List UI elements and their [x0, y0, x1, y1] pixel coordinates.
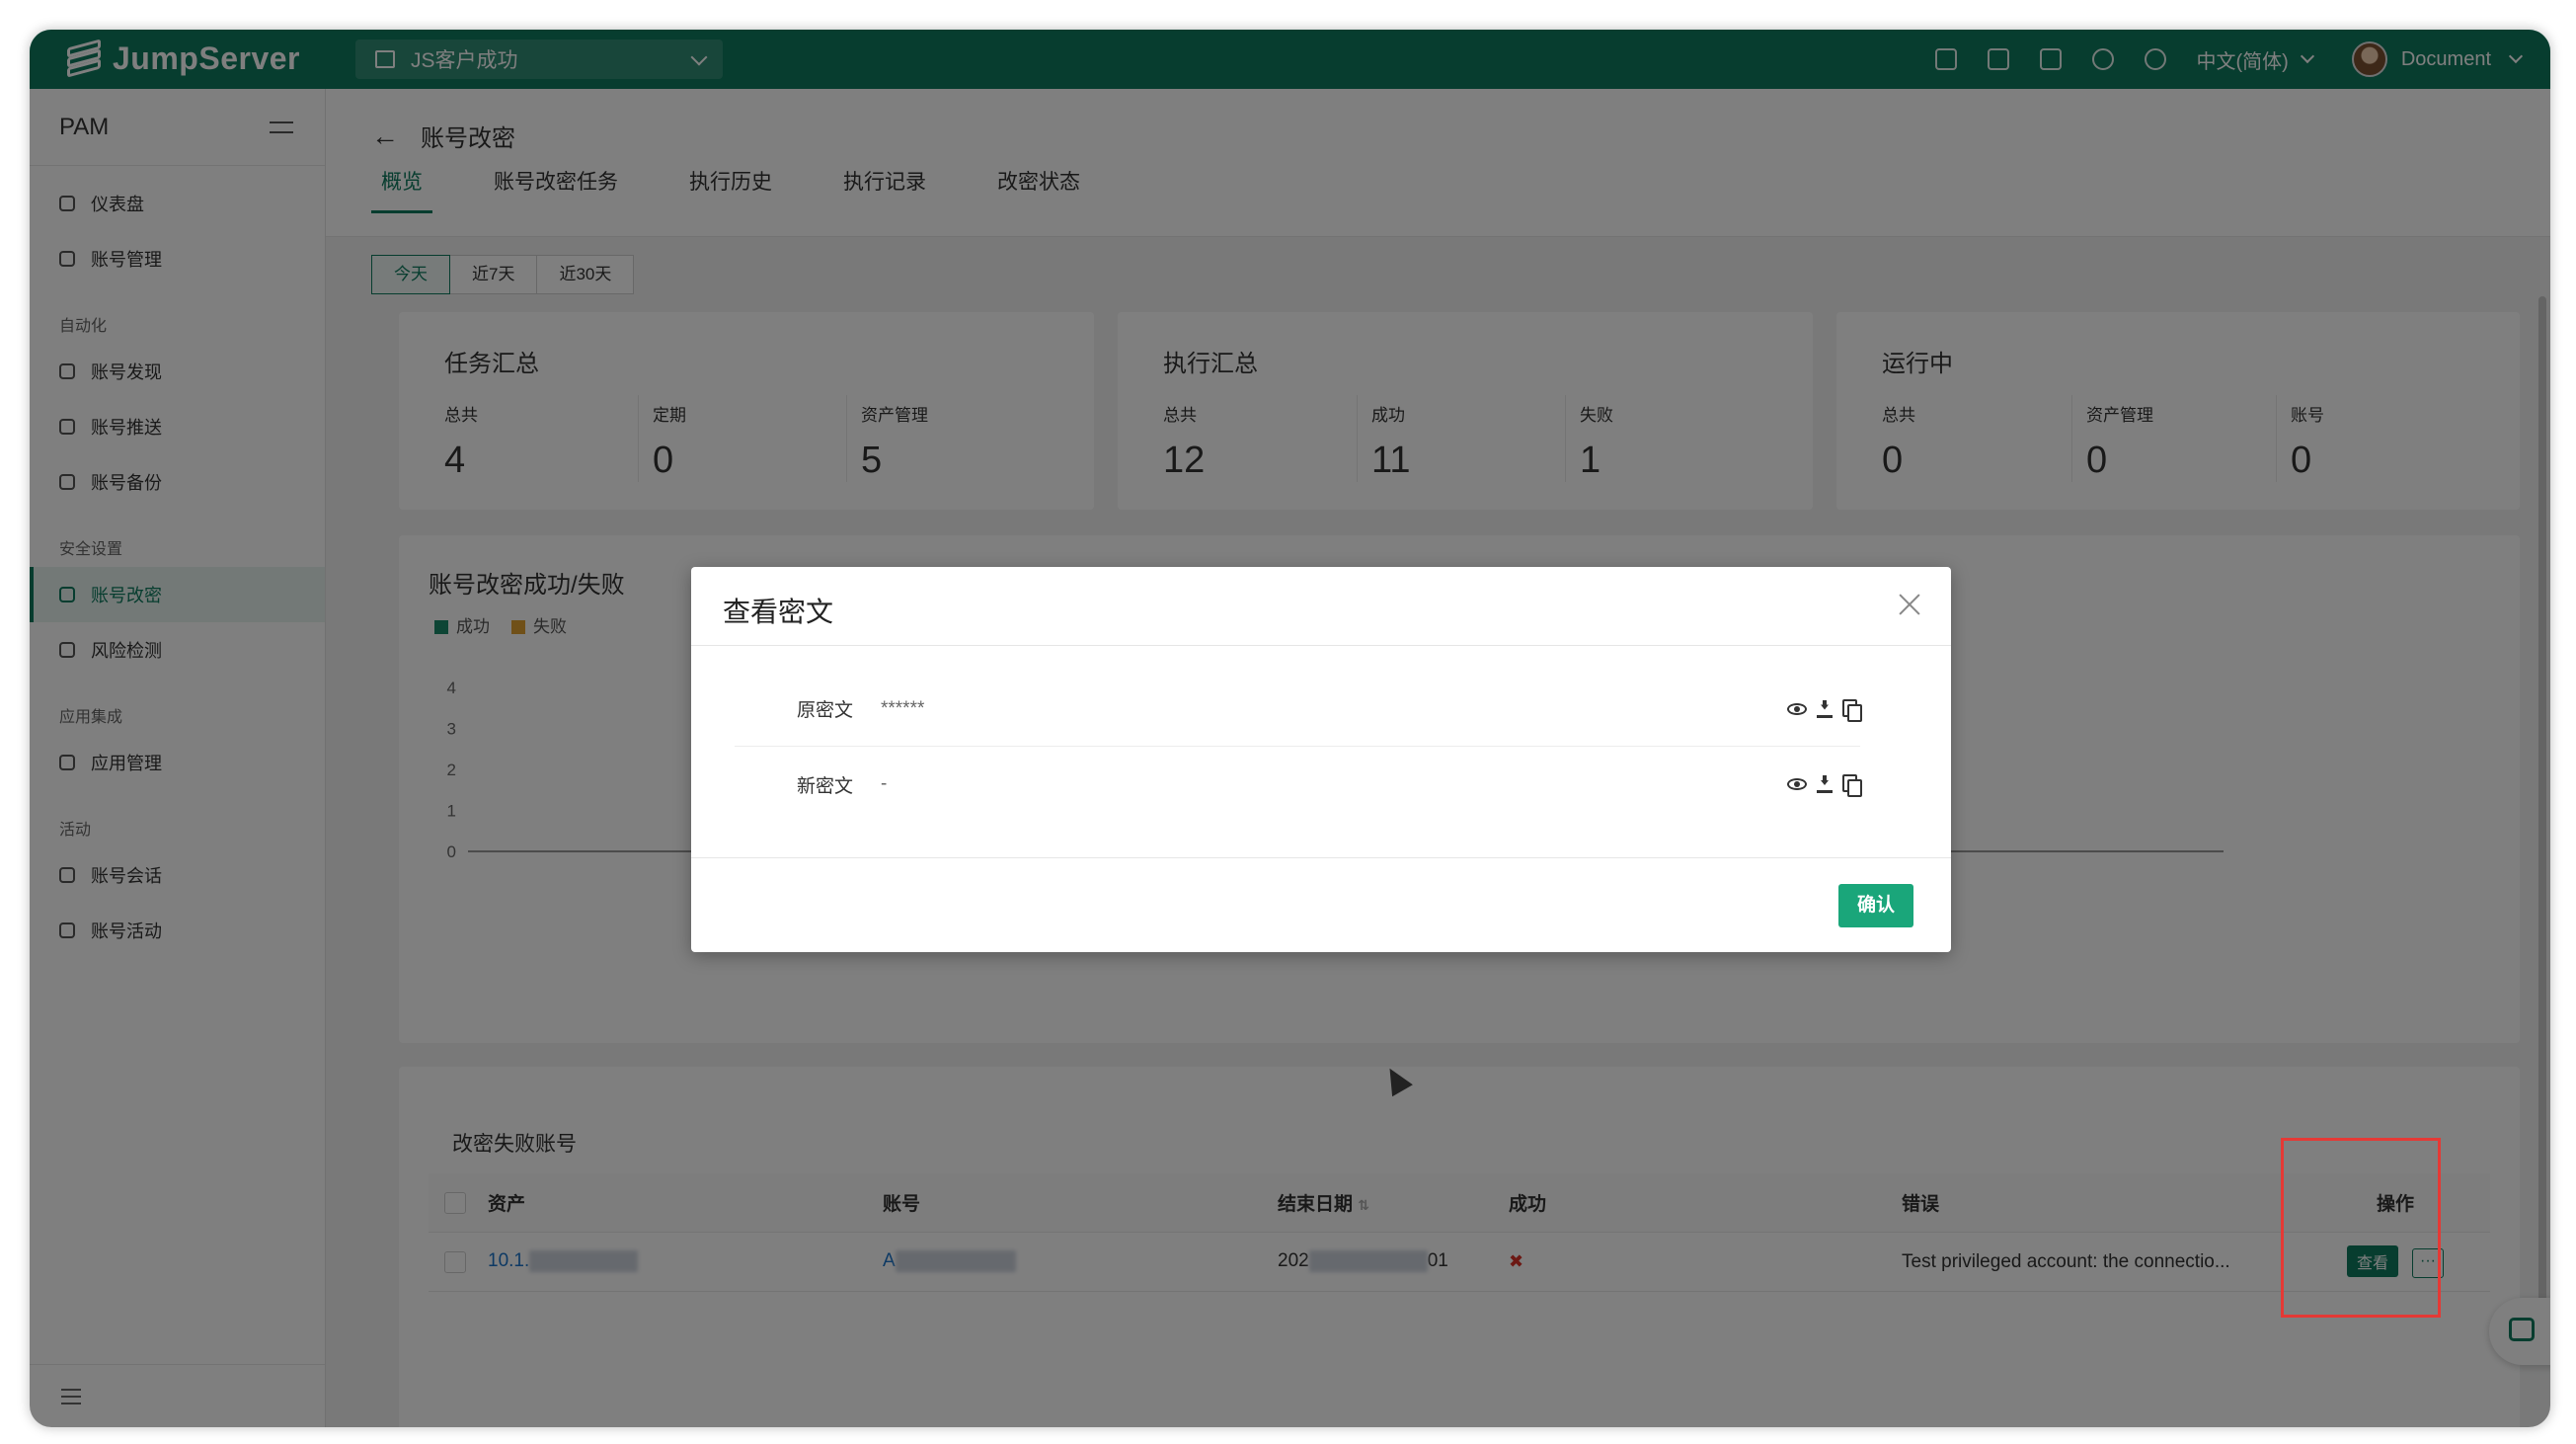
confirm-button[interactable]: 确认 — [1838, 884, 1913, 927]
field-label: 原密文 — [796, 700, 853, 721]
old-secret-row: 原密文 ****** — [735, 672, 1862, 747]
field-label: 新密文 — [796, 775, 853, 797]
dialog-header: 查看密文 — [691, 567, 1951, 646]
new-secret-row: 新密文 - — [735, 747, 1862, 822]
old-secret-value: ****** — [881, 697, 925, 719]
highlight-box — [2281, 1138, 2441, 1318]
download-icon[interactable] — [1817, 775, 1833, 793]
copy-icon[interactable] — [1842, 774, 1862, 797]
copy-icon[interactable] — [1842, 698, 1862, 722]
eye-icon[interactable] — [1787, 702, 1807, 715]
close-icon[interactable] — [1896, 591, 1923, 618]
view-secret-dialog: 查看密文 原密文 ****** 新密文 - 确认 — [691, 567, 1951, 952]
new-secret-value: - — [881, 773, 888, 794]
dialog-footer: 确认 — [691, 857, 1951, 952]
eye-icon[interactable] — [1787, 778, 1807, 790]
download-icon[interactable] — [1817, 700, 1833, 718]
app-window: JumpServer JS客户成功 中文(简体) Document PAM — [30, 30, 2550, 1427]
dialog-title: 查看密文 — [723, 597, 834, 627]
